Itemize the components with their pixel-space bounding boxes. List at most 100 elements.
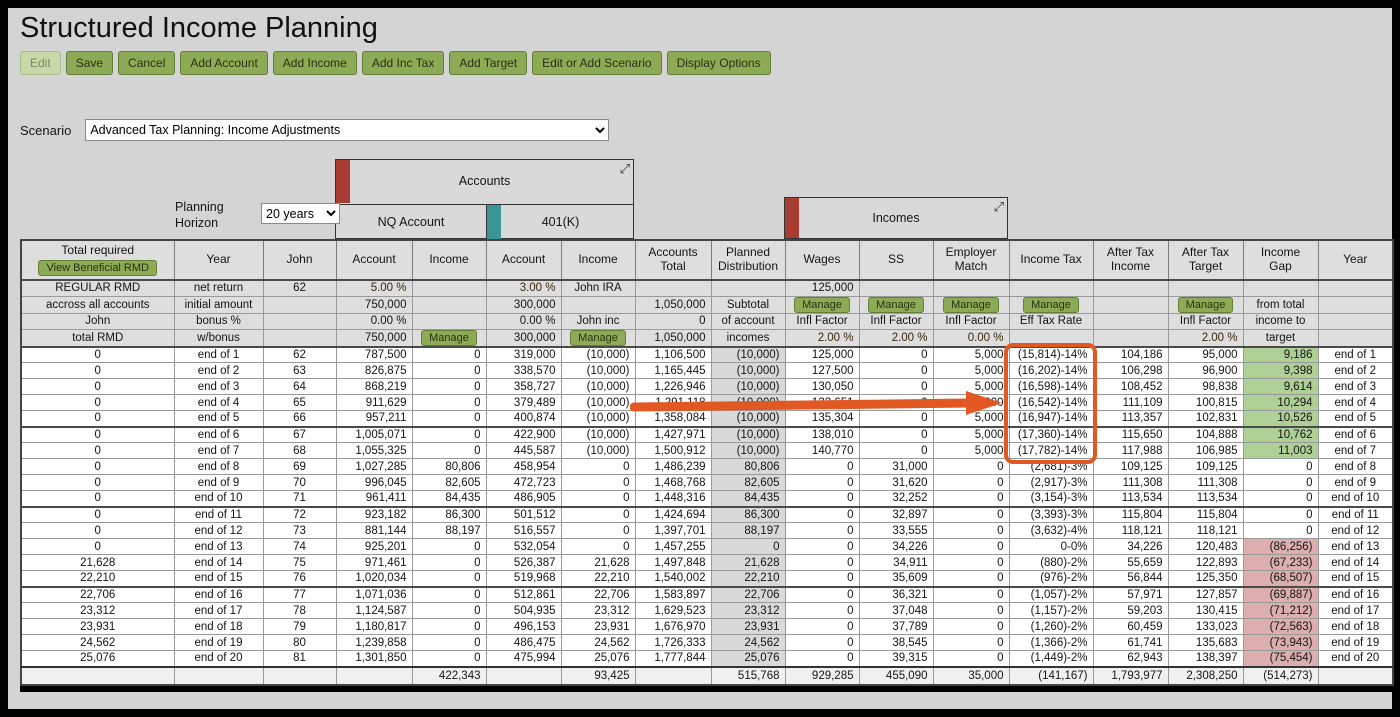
table-cell: 1,027,285: [335, 458, 413, 475]
table-cell: 82,605: [710, 474, 786, 491]
table-cell: 22,706: [710, 586, 786, 603]
table-cell: 0: [560, 538, 636, 555]
table-cell: 25,076: [710, 650, 786, 667]
table-cell: (17,360)-14%: [1008, 426, 1094, 443]
expand-icon[interactable]: ⤢: [620, 161, 630, 177]
table-cell: 1,291,118: [634, 394, 712, 411]
nq-account-header: NQ Account: [336, 204, 486, 239]
manage-button[interactable]: Manage: [868, 297, 924, 312]
col-header-4-income: Income: [411, 239, 487, 281]
editable-rate-cell[interactable]: 2.00 %: [1167, 328, 1244, 348]
table-cell: 133,023: [1167, 618, 1244, 635]
editable-rate-cell[interactable]: 3.00 %: [485, 279, 562, 297]
setup-cell: [858, 279, 934, 297]
editable-rate-cell[interactable]: 2.00 %: [784, 328, 860, 348]
table-cell: (3,154)-3%: [1008, 490, 1094, 508]
setup-cell: 300,000: [485, 328, 562, 348]
table-cell: 0: [411, 650, 487, 667]
table-cell: 24,562: [560, 634, 636, 651]
col-header-10-ss: SS: [858, 239, 934, 281]
table-cell: (71,212): [1242, 602, 1319, 619]
table-cell: 5,000: [932, 394, 1010, 411]
manage-button[interactable]: Manage: [794, 297, 850, 312]
table-cell: 957,211: [335, 410, 413, 428]
editable-rate-cell[interactable]: 5.00 %: [335, 279, 413, 297]
setup-cell: [1317, 279, 1394, 297]
table-cell: 21,628: [710, 554, 786, 571]
scenario-select[interactable]: Advanced Tax Planning: Income Adjustment…: [85, 119, 610, 141]
manage-button[interactable]: Manage: [943, 297, 999, 312]
table-cell: end of 6: [1317, 426, 1394, 443]
table-cell: 1,071,036: [335, 586, 413, 603]
table-cell: end of 12: [1317, 522, 1394, 539]
table-cell: end of 8: [1317, 458, 1394, 475]
col-header-9-wages: Wages: [784, 239, 860, 281]
add-account-button[interactable]: Add Account: [180, 51, 268, 75]
table-cell: 1,486,239: [634, 458, 712, 475]
view-beneficial-rmd-button[interactable]: View Beneficial RMD: [38, 259, 157, 276]
manage-button[interactable]: Manage: [1177, 297, 1234, 312]
table-cell: 911,629: [335, 394, 413, 411]
table-cell: 0: [932, 618, 1010, 635]
setup-cell: 62: [262, 279, 337, 297]
table-cell: 0: [560, 506, 636, 523]
add-target-button[interactable]: Add Target: [449, 51, 528, 75]
table-cell: (10,000): [560, 362, 636, 379]
table-cell: 0: [20, 490, 175, 508]
setup-cell: [1317, 312, 1394, 330]
table-cell: 115,650: [1092, 426, 1169, 443]
setup-cell: [1317, 295, 1394, 314]
table-cell: 23,312: [710, 602, 786, 619]
totals-row: 422,343 93,425 515,768 929,285 455,090 35,000…: [20, 665, 1394, 685]
setup-cell: net return: [173, 279, 264, 297]
table-cell: 88,197: [710, 522, 786, 539]
editable-rate-cell[interactable]: 2.00 %: [858, 328, 934, 348]
table-cell: 0: [858, 410, 934, 428]
table-cell: (10,000): [560, 378, 636, 395]
table-cell: 0: [784, 650, 860, 667]
table-cell: 118,121: [1092, 522, 1169, 539]
setup-cell: Infl Factor: [784, 312, 860, 330]
table-cell: 73: [262, 522, 337, 539]
setup-cell: Infl Factor: [1167, 312, 1244, 330]
table-cell: 0: [20, 378, 175, 395]
add-inc-tax-button[interactable]: Add Inc Tax: [361, 51, 445, 75]
table-cell: 496,153: [485, 618, 562, 635]
table-cell: 5,000: [932, 362, 1010, 379]
table-cell: 1,726,333: [634, 634, 712, 651]
display-options-button[interactable]: Display Options: [666, 51, 771, 75]
table-cell: (1,157)-2%: [1008, 602, 1094, 619]
setup-cell: [1008, 279, 1094, 297]
manage-button[interactable]: Manage: [570, 329, 626, 345]
table-cell: 0: [20, 522, 175, 539]
table-cell: 115,804: [1167, 506, 1244, 523]
setup-cell: 0.00 %: [335, 312, 413, 330]
table-cell: end of 2: [1317, 362, 1394, 379]
manage-button[interactable]: Manage: [421, 329, 477, 345]
expand-icon[interactable]: ⤢: [994, 199, 1004, 215]
editable-rate-cell[interactable]: 0.00 %: [932, 328, 1010, 348]
manage-button[interactable]: Manage: [1023, 297, 1079, 312]
table-cell: end of 3: [173, 378, 264, 395]
cancel-button[interactable]: Cancel: [118, 51, 176, 75]
table-cell: 10,294: [1242, 394, 1319, 411]
setup-cell: [262, 295, 337, 314]
setup-cell: [1242, 279, 1319, 297]
edit-or-add-scenario-button[interactable]: Edit or Add Scenario: [532, 51, 662, 75]
planning-horizon-select[interactable]: 20 years: [261, 203, 340, 224]
table-cell: 0: [411, 602, 487, 619]
table-cell: 109,125: [1092, 458, 1169, 475]
setup-cell: target: [1242, 328, 1319, 348]
table-cell: 0: [411, 634, 487, 651]
table-cell: 1,180,817: [335, 618, 413, 635]
data-row: 0 end of 13 74 925,201 0 532,054 0 1,457,255 0 0 3…: [20, 538, 1394, 555]
add-income-button[interactable]: Add Income: [272, 51, 357, 75]
table-cell: 868,219: [335, 378, 413, 395]
setup-cell: income to: [1242, 312, 1319, 330]
table-cell: 38,545: [858, 634, 934, 651]
data-row: 0 end of 7 68 1,055,325 0 445,587 (10,000) 1,50…: [20, 442, 1394, 459]
save-button[interactable]: Save: [65, 51, 114, 75]
total-cell: 1,793,977: [1092, 665, 1169, 685]
table-cell: 95,000: [1167, 346, 1244, 363]
table-cell: (16,202)-14%: [1008, 362, 1094, 379]
